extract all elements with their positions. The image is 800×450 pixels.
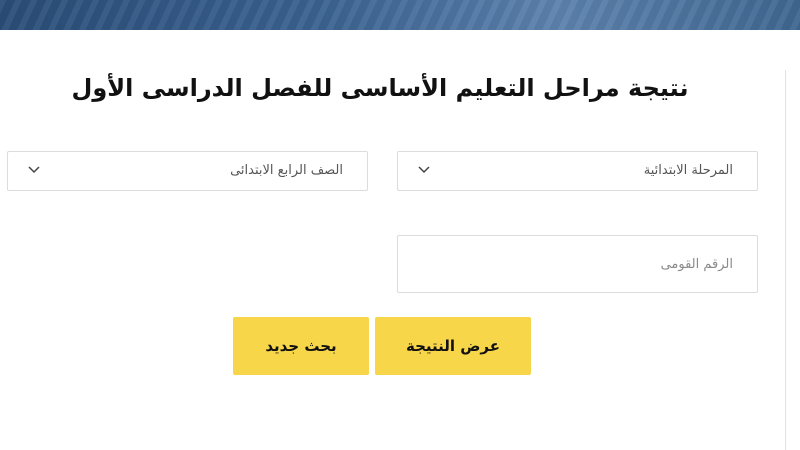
chevron-down-icon: [418, 166, 430, 174]
sidebar-divider: [785, 70, 786, 450]
show-result-button[interactable]: عرض النتيجة: [375, 317, 531, 375]
stage-select[interactable]: المرحلة الابتدائية: [397, 151, 758, 191]
grade-select[interactable]: الصف الرابع الابتدائى: [7, 151, 368, 191]
national-id-input[interactable]: [397, 235, 758, 293]
new-search-button[interactable]: بحث جديد: [233, 317, 369, 375]
chevron-down-icon: [28, 166, 40, 174]
grade-select-value: الصف الرابع الابتدائى: [230, 163, 343, 178]
stage-select-value: المرحلة الابتدائية: [643, 163, 733, 178]
page-title: نتيجة مراحل التعليم الأساسى للفصل الدراس…: [71, 74, 689, 102]
header-banner-image: [0, 0, 800, 30]
